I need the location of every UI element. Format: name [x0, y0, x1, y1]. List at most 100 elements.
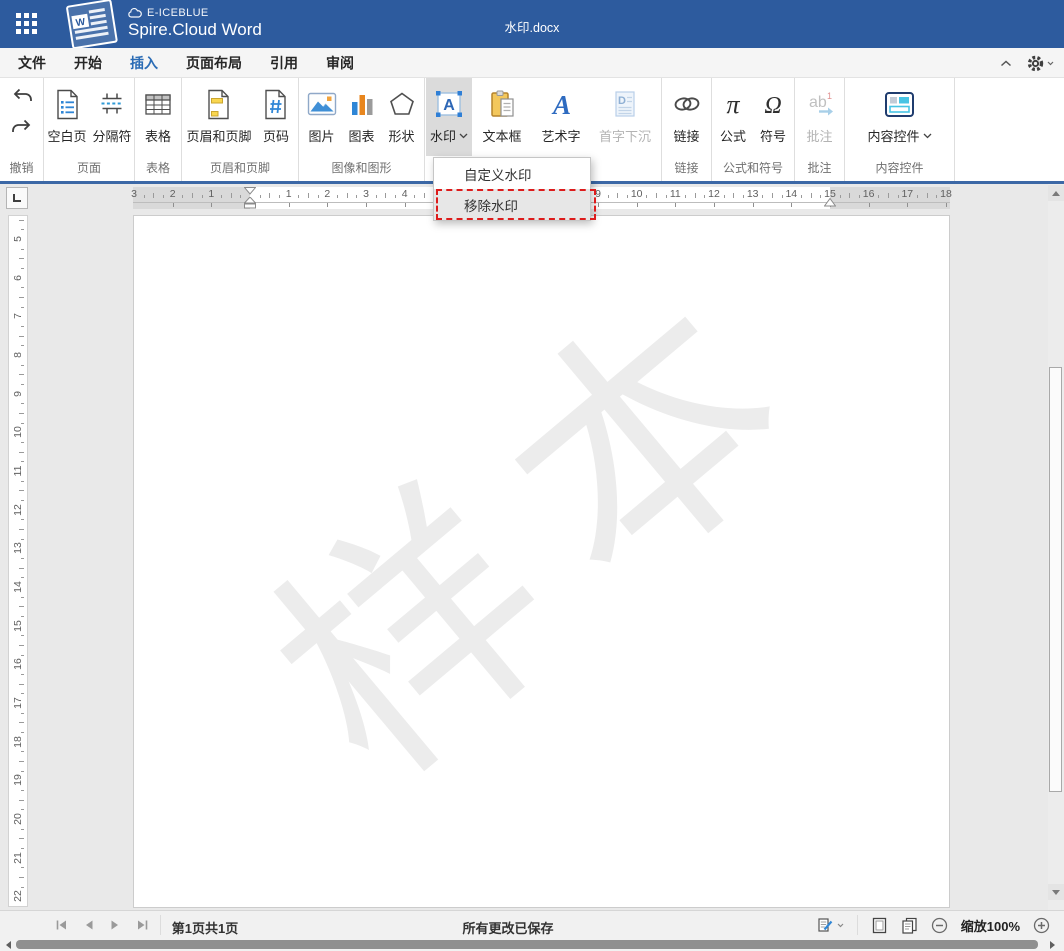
ruler-tick	[211, 203, 212, 207]
scroll-up-button[interactable]	[1048, 185, 1064, 201]
ruler-tick	[617, 193, 618, 198]
ribbon-button-table[interactable]: 表格	[136, 78, 180, 156]
tab-stop-selector[interactable]	[6, 187, 28, 209]
tab-review[interactable]: 审阅	[326, 53, 354, 73]
menu-item-remove-watermark[interactable]: 移除水印	[434, 189, 590, 220]
previous-page-button[interactable]	[84, 919, 94, 931]
ruler-tick	[21, 829, 24, 830]
ruler-tick	[21, 713, 24, 714]
ruler-tick	[21, 500, 24, 501]
menu-item-custom-watermark[interactable]: 自定义水印	[434, 158, 590, 189]
ruler-tick	[21, 461, 24, 462]
ruler-tick	[144, 195, 145, 198]
ruler-tick	[21, 481, 24, 482]
triangle-down-icon	[1052, 890, 1060, 895]
tab-references[interactable]: 引用	[270, 53, 298, 73]
ribbon-button-label: 链接	[673, 126, 699, 145]
ribbon-button-picture[interactable]: 图片	[302, 78, 342, 156]
ruler-tick	[849, 193, 850, 198]
scroll-down-button[interactable]	[1048, 884, 1064, 900]
ribbon-button-page-break[interactable]: 分隔符	[90, 78, 134, 156]
first-page-button[interactable]	[55, 919, 68, 931]
settings-gear-icon[interactable]	[1026, 54, 1054, 73]
ribbon-button-link[interactable]: 链接	[665, 78, 709, 156]
ruler-tick	[414, 195, 415, 198]
tab-page-layout[interactable]: 页面布局	[186, 53, 242, 73]
horizontal-scroll-thumb[interactable]	[16, 940, 1038, 949]
ruler-tick	[19, 413, 24, 414]
ruler-tick	[791, 203, 792, 207]
single-page-view-button[interactable]	[871, 917, 888, 934]
ribbon-group-label: 链接	[662, 159, 711, 176]
ribbon-button-textbox[interactable]: 文本框	[472, 78, 532, 156]
ribbon-button-comment[interactable]: ab 1 批注	[798, 78, 842, 156]
app-launcher-grid-icon[interactable]	[16, 13, 38, 35]
ribbon-button-label: 图表	[348, 126, 374, 145]
v-ruler[interactable]: 5678910111213141516171819202122	[8, 215, 28, 907]
ruler-number: 2	[324, 188, 330, 201]
ruler-tick	[21, 887, 24, 888]
ruler-number: 11	[670, 188, 681, 201]
picture-icon	[307, 85, 337, 123]
ruler-tick	[260, 195, 261, 198]
dropcap-icon: D	[612, 85, 638, 123]
collapse-ribbon-chevron-up-icon[interactable]	[1000, 60, 1012, 67]
ruler-number: 13	[747, 188, 759, 201]
ruler-tick	[878, 195, 879, 198]
horizontal-scrollbar[interactable]	[0, 938, 1064, 951]
ruler-tick	[21, 287, 24, 288]
right-indent-marker[interactable]	[824, 198, 836, 207]
scroll-left-button[interactable]	[2, 939, 14, 950]
ribbon-button-chart[interactable]: 图表	[342, 78, 382, 156]
ribbon-button-page-number[interactable]: 页码	[255, 78, 297, 156]
ribbon-button-content-control[interactable]: 内容控件	[848, 78, 952, 156]
tab-insert[interactable]: 插入	[130, 53, 158, 73]
zoom-out-button[interactable]	[931, 917, 948, 934]
svg-text:π: π	[726, 90, 740, 118]
chevron-down-icon	[923, 133, 932, 139]
zoom-in-button[interactable]	[1033, 917, 1050, 934]
ribbon-tab-row: 文件 开始 插入 页面布局 引用 审阅	[0, 48, 1064, 78]
triangle-left-icon	[6, 941, 11, 949]
ruler-tick	[21, 674, 24, 675]
ruler-tick	[19, 529, 24, 530]
ruler-tick	[19, 606, 24, 607]
vertical-scroll-thumb[interactable]	[1049, 367, 1062, 792]
tab-file[interactable]: 文件	[18, 53, 46, 73]
ribbon-button-watermark[interactable]: A 水印	[426, 78, 472, 156]
ribbon-button-formula[interactable]: π 公式	[713, 78, 753, 156]
ruler-tick	[21, 268, 24, 269]
ruler-tick	[19, 722, 24, 723]
scroll-right-button[interactable]	[1046, 939, 1058, 950]
last-page-button[interactable]	[136, 919, 149, 931]
ruler-number: 14	[785, 188, 797, 201]
editing-mode-button[interactable]	[817, 917, 844, 934]
ribbon-button-header-footer[interactable]: 页眉和页脚	[183, 78, 255, 156]
zoom-level-label: 缩放100%	[961, 916, 1020, 935]
word-logo-icon: W	[60, 0, 126, 53]
multi-page-view-button[interactable]	[901, 917, 918, 934]
ribbon-group-table: 表格 表格	[135, 78, 182, 181]
ruler-tick	[627, 195, 628, 198]
undo-button[interactable]	[11, 87, 33, 105]
ribbon-button-wordart[interactable]: A 艺术字	[532, 78, 590, 156]
next-page-button[interactable]	[110, 919, 120, 931]
ribbon-button-shapes[interactable]: 形状	[382, 78, 422, 156]
ribbon-button-blank-page[interactable]: 空白页	[44, 78, 90, 156]
ruler-tick	[21, 848, 24, 849]
document-page[interactable]: 样本	[133, 215, 950, 908]
ribbon-button-dropcap[interactable]: D 首字下沉	[590, 78, 660, 156]
redo-button[interactable]	[11, 118, 33, 136]
ruler-number: 6	[12, 275, 24, 281]
ruler-tick	[19, 645, 24, 646]
ruler-tick	[946, 203, 947, 207]
tab-home[interactable]: 开始	[74, 53, 102, 73]
ruler-tick	[733, 193, 734, 198]
first-line-indent-marker[interactable]	[244, 187, 256, 195]
hanging-indent-marker[interactable]	[244, 197, 256, 209]
ruler-number: 22	[12, 890, 24, 902]
ruler-number: 12	[12, 504, 24, 516]
vertical-scrollbar[interactable]	[1048, 184, 1064, 910]
ruler-tick	[19, 568, 24, 569]
ribbon-button-symbol[interactable]: Ω 符号	[753, 78, 793, 156]
